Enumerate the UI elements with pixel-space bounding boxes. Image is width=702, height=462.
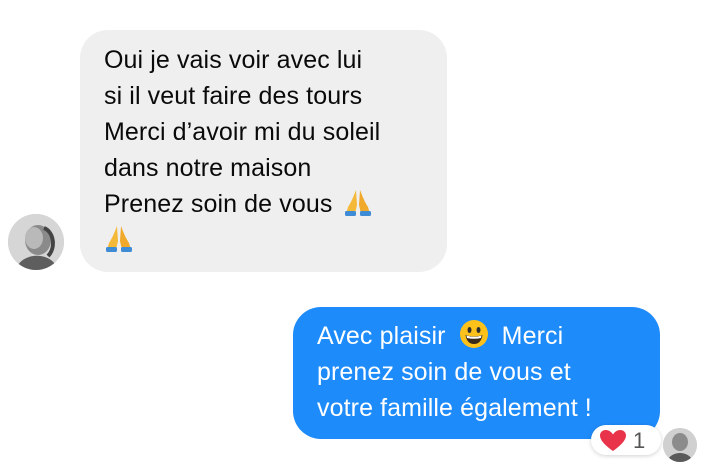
message-line: si il veut faire des tours [104, 82, 363, 110]
message-line-with-emoji: Prenez soin de vous [104, 186, 427, 222]
message-line: dans notre maison [104, 154, 312, 182]
message-line-text: Avec plaisir [317, 322, 446, 350]
contact-avatar-image [8, 214, 64, 270]
own-avatar-image [663, 428, 697, 462]
incoming-message-bubble[interactable]: Oui je vais voir avec lui si il veut fai… [80, 30, 447, 272]
contact-avatar[interactable] [8, 214, 64, 270]
reaction-badge[interactable]: 1 [591, 425, 661, 455]
message-line-emoji-only [104, 222, 427, 258]
message-line: Oui je vais voir avec lui [104, 46, 363, 74]
reaction-count: 1 [633, 428, 646, 453]
grinning-face-emoji [459, 319, 489, 349]
heart-icon [600, 430, 626, 457]
message-line-text: Prenez soin de vous [104, 190, 333, 218]
message-line: votre famille également ! [317, 394, 592, 422]
message-line: prenez soin de vous et [317, 358, 571, 386]
own-avatar[interactable] [663, 428, 697, 462]
folded-hands-emoji [343, 187, 373, 217]
message-line-text: Merci [501, 322, 564, 350]
message-line-with-emoji: Avec plaisir Merci [317, 318, 644, 354]
message-line: Merci d’avoir mi du soleil [104, 118, 381, 146]
folded-hands-emoji [104, 223, 134, 253]
outgoing-message-bubble[interactable]: Avec plaisir Merci prenez soin de vous e… [293, 307, 660, 439]
